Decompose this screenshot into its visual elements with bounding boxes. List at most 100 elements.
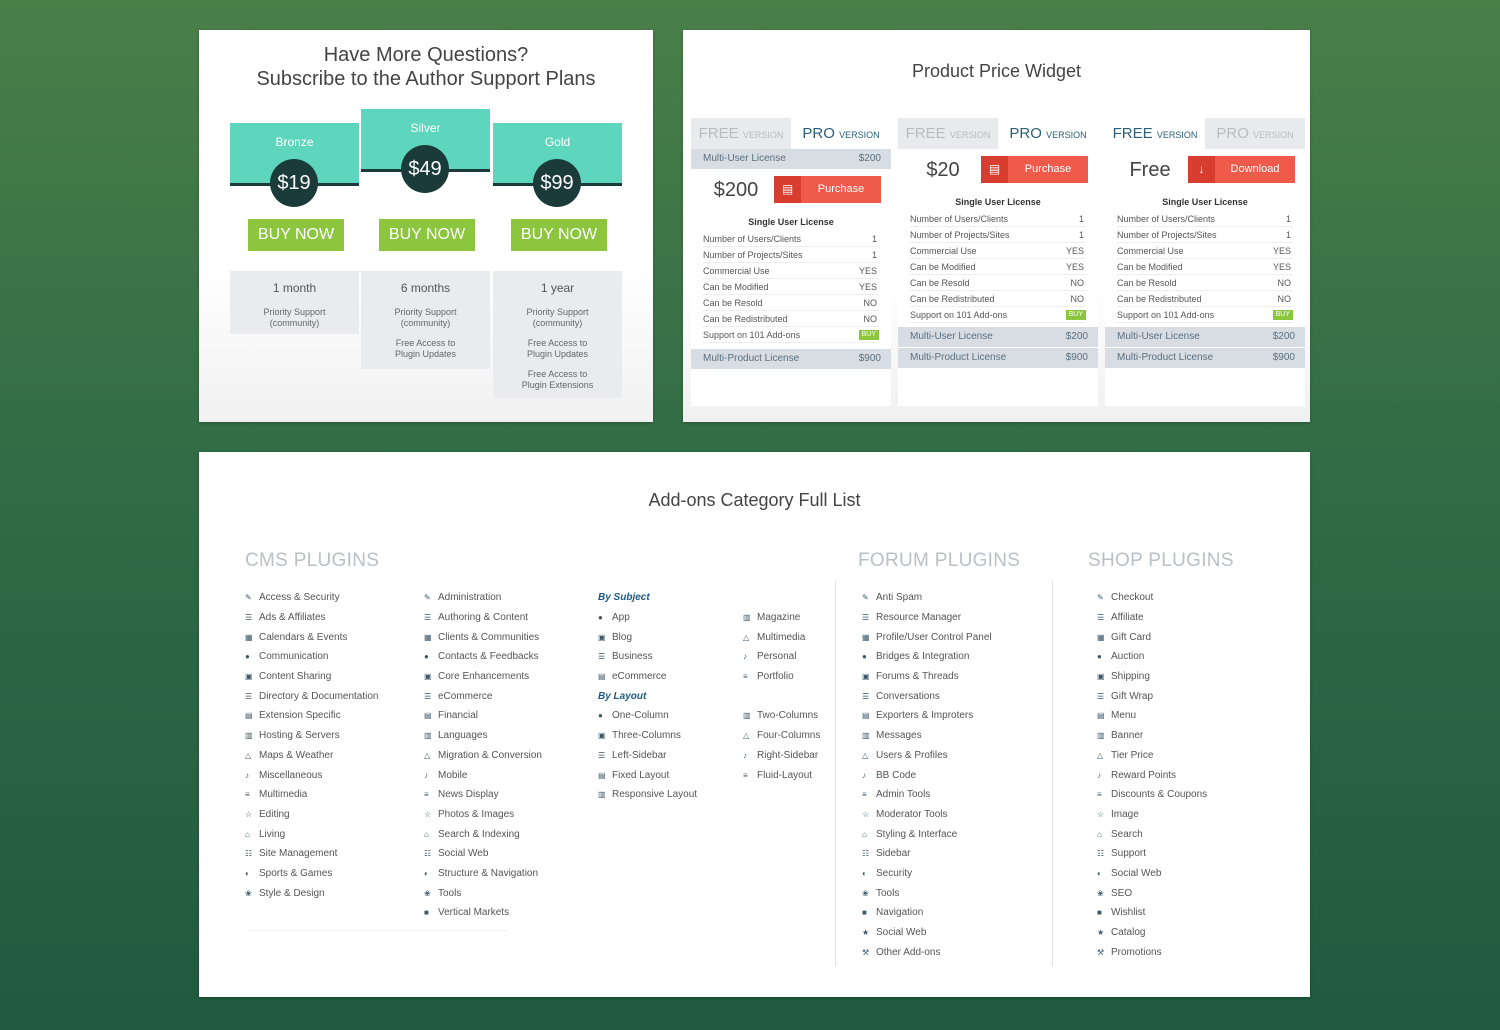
cms-item-editing[interactable]: ☆ Editing [245, 805, 379, 825]
forum-item-tools[interactable]: ❀ Tools [862, 883, 992, 903]
tab-free-version[interactable]: FREE VERSION [691, 118, 791, 149]
theme-layout-item-right-sidebar[interactable]: ♪ Right-Sidebar [743, 750, 818, 761]
forum-item-users-profiles[interactable]: △ Users & Profiles [862, 746, 992, 766]
buy-badge[interactable]: BUY [1065, 310, 1086, 320]
cms-item-site-management[interactable]: ☷ Site Management [245, 844, 379, 864]
shop-item-promotions[interactable]: ⚒ Promotions [1097, 942, 1207, 962]
buy-now-button[interactable]: BUY NOW [248, 219, 344, 251]
forum-item-messages[interactable]: ▥ Messages [862, 726, 992, 746]
purchase-button[interactable]: ▤ Purchase [774, 176, 881, 203]
shop-item-tier-price[interactable]: △ Tier Price [1097, 746, 1207, 766]
cms-item-ecommerce[interactable]: ☰ eCommerce [424, 686, 542, 706]
tab-pro-version[interactable]: PRO VERSION [998, 118, 1098, 149]
theme-layout-item-three-columns[interactable]: ▣ Three-Columns [598, 730, 743, 741]
cms-item-languages[interactable]: ▥ Languages [424, 726, 542, 746]
cms-item-core-enhancements[interactable]: ▣ Core Enhancements [424, 667, 542, 687]
theme-subject-item-multimedia[interactable]: △ Multimedia [743, 632, 805, 643]
shop-item-image[interactable]: ☆ Image [1097, 805, 1207, 825]
buy-badge[interactable]: BUY [858, 330, 879, 340]
cms-item-news-display[interactable]: ≡ News Display [424, 785, 542, 805]
shop-item-banner[interactable]: ▥ Banner [1097, 726, 1207, 746]
multi-user-license-row[interactable]: Multi-User License $200 [1105, 327, 1305, 347]
forum-item-moderator-tools[interactable]: ☆ Moderator Tools [862, 805, 992, 825]
cms-item-structure-navigation[interactable]: ◐ Structure & Navigation [424, 864, 542, 884]
forum-item-social-web[interactable]: ★ Social Web [862, 923, 992, 943]
cms-item-mobile[interactable]: ♪ Mobile [424, 765, 542, 785]
forum-item-sidebar[interactable]: ☷ Sidebar [862, 844, 992, 864]
theme-subject-item-blog[interactable]: ▣ Blog [598, 632, 743, 643]
shop-item-seo[interactable]: ❀ SEO [1097, 883, 1207, 903]
shop-item-shipping[interactable]: ▣ Shipping [1097, 667, 1207, 687]
shop-item-wishlist[interactable]: ■ Wishlist [1097, 903, 1207, 923]
shop-item-checkout[interactable]: ✎ Checkout [1097, 588, 1207, 608]
cms-item-extension-specific[interactable]: ▤ Extension Specific [245, 706, 379, 726]
forum-item-navigation[interactable]: ■ Navigation [862, 903, 992, 923]
forum-item-conversations[interactable]: ☰ Conversations [862, 686, 992, 706]
multi-product-license-row[interactable]: Multi-Product License $900 [691, 349, 891, 369]
cms-item-ads-affiliates[interactable]: ☰ Ads & Affiliates [245, 608, 379, 628]
cms-item-financial[interactable]: ▤ Financial [424, 706, 542, 726]
theme-subject-item-portfolio[interactable]: ≡ Portfolio [743, 671, 794, 682]
forum-item-forums-threads[interactable]: ▣ Forums & Threads [862, 667, 992, 687]
theme-layout-item-fluid-layout[interactable]: ≡ Fluid-Layout [743, 770, 812, 781]
cms-item-directory-documentation[interactable]: ☰ Directory & Documentation [245, 686, 379, 706]
shop-item-catalog[interactable]: ★ Catalog [1097, 923, 1207, 943]
forum-item-exporters-improters[interactable]: ▤ Exporters & Improters [862, 706, 992, 726]
forum-item-bridges-integration[interactable]: ● Bridges & Integration [862, 647, 992, 667]
cms-item-living[interactable]: ⌂ Living [245, 824, 379, 844]
buy-now-button[interactable]: BUY NOW [511, 219, 607, 251]
buy-now-button[interactable]: BUY NOW [379, 219, 475, 251]
shop-item-reward-points[interactable]: ♪ Reward Points [1097, 765, 1207, 785]
buy-badge[interactable]: BUY [1272, 310, 1293, 320]
forum-item-anti-spam[interactable]: ✎ Anti Spam [862, 588, 992, 608]
shop-item-social-web[interactable]: ◐ Social Web [1097, 864, 1207, 884]
forum-item-other-add-ons[interactable]: ⚒ Other Add-ons [862, 942, 992, 962]
forum-item-security[interactable]: ◐ Security [862, 864, 992, 884]
shop-item-search[interactable]: ⌂ Search [1097, 824, 1207, 844]
cms-item-calendars-events[interactable]: ▦ Calendars & Events [245, 627, 379, 647]
forum-item-admin-tools[interactable]: ≡ Admin Tools [862, 785, 992, 805]
cms-item-communication[interactable]: ● Communication [245, 647, 379, 667]
theme-layout-item-responsive-layout[interactable]: ▥ Responsive Layout [598, 789, 743, 800]
theme-subject-item-magazine[interactable]: ▥ Magazine [743, 612, 800, 623]
shop-item-gift-wrap[interactable]: ☰ Gift Wrap [1097, 686, 1207, 706]
cms-item-style-design[interactable]: ❀ Style & Design [245, 883, 379, 903]
cms-item-authoring-content[interactable]: ☰ Authoring & Content [424, 608, 542, 628]
cms-item-miscellaneous[interactable]: ♪ Miscellaneous [245, 765, 379, 785]
theme-subject-item-personal[interactable]: ♪ Personal [743, 651, 796, 662]
theme-layout-item-fixed-layout[interactable]: ▤ Fixed Layout [598, 770, 743, 781]
theme-layout-item-one-column[interactable]: ● One-Column [598, 710, 743, 721]
purchase-button[interactable]: ▤ Purchase [981, 156, 1088, 183]
theme-layout-item-four-columns[interactable]: △ Four-Columns [743, 730, 820, 741]
cms-item-search-indexing[interactable]: ⌂ Search & Indexing [424, 824, 542, 844]
forum-item-resource-manager[interactable]: ☰ Resource Manager [862, 608, 992, 628]
cms-item-content-sharing[interactable]: ▣ Content Sharing [245, 667, 379, 687]
theme-subject-item-ecommerce[interactable]: ▤ eCommerce [598, 671, 743, 682]
theme-layout-item-left-sidebar[interactable]: ☰ Left-Sidebar [598, 750, 743, 761]
cms-item-clients-communities[interactable]: ▦ Clients & Communities [424, 627, 542, 647]
tab-pro-version[interactable]: PRO VERSION [1205, 118, 1305, 149]
multi-user-license-row[interactable]: Multi-User License $200 [898, 327, 1098, 347]
cms-item-sports-games[interactable]: ◐ Sports & Games [245, 864, 379, 884]
cms-item-maps-weather[interactable]: △ Maps & Weather [245, 746, 379, 766]
tab-free-version[interactable]: FREE VERSION [1105, 118, 1205, 149]
theme-layout-item-two-columns[interactable]: ▥ Two-Columns [743, 710, 818, 721]
cms-item-photos-images[interactable]: ☆ Photos & Images [424, 805, 542, 825]
shop-item-affiliate[interactable]: ☰ Affiliate [1097, 608, 1207, 628]
shop-item-menu[interactable]: ▤ Menu [1097, 706, 1207, 726]
download-button[interactable]: ↓ Download [1188, 156, 1295, 183]
cms-item-administration[interactable]: ✎ Administration [424, 588, 542, 608]
cms-item-social-web[interactable]: ☷ Social Web [424, 844, 542, 864]
shop-item-discounts-coupons[interactable]: ≡ Discounts & Coupons [1097, 785, 1207, 805]
theme-subject-item-business[interactable]: ☰ Business [598, 651, 743, 662]
tab-free-version[interactable]: FREE VERSION [898, 118, 998, 149]
forum-item-styling-interface[interactable]: ⌂ Styling & Interface [862, 824, 992, 844]
cms-item-contacts-feedbacks[interactable]: ● Contacts & Feedbacks [424, 647, 542, 667]
forum-item-profile-user-control-panel[interactable]: ▦ Profile/User Control Panel [862, 627, 992, 647]
cms-item-vertical-markets[interactable]: ■ Vertical Markets [424, 903, 542, 923]
forum-item-bb-code[interactable]: ♪ BB Code [862, 765, 992, 785]
multi-product-license-row[interactable]: Multi-Product License $900 [898, 348, 1098, 368]
theme-subject-item-app[interactable]: ● App [598, 612, 743, 623]
cms-item-tools[interactable]: ❀ Tools [424, 883, 542, 903]
cms-item-hosting-servers[interactable]: ▥ Hosting & Servers [245, 726, 379, 746]
